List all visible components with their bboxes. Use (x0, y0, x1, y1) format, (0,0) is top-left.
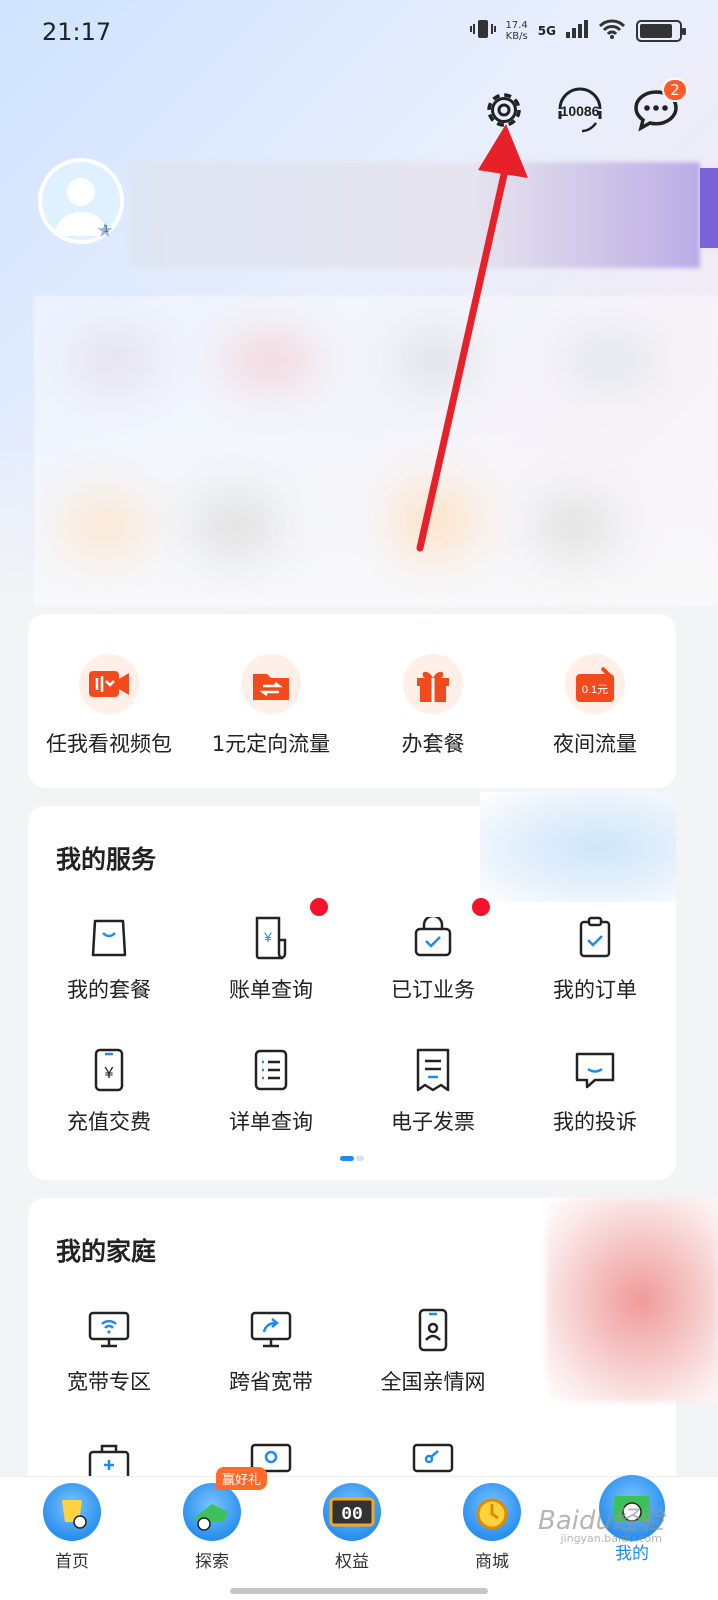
service-subscribed[interactable]: 已订业务 (352, 898, 514, 1004)
family-label: 全国亲情网 (380, 1370, 486, 1394)
quick-action-label: 1元定向流量 (211, 732, 331, 756)
page-dot (356, 1156, 364, 1161)
broadband-icon (83, 1304, 135, 1356)
notification-dot (472, 898, 490, 916)
notification-dot (310, 898, 328, 916)
family-network-icon (407, 1304, 459, 1356)
family-label: 宽带专区 (67, 1370, 151, 1394)
detail-list-icon (245, 1044, 297, 1096)
nav-label: 权益 (335, 1552, 369, 1572)
family-broadband-zone[interactable]: 宽带专区 (28, 1304, 190, 1396)
night-data-icon: 0.1元 (565, 654, 625, 714)
benefits-icon: 00 (323, 1483, 381, 1541)
service-e-invoice[interactable]: 电子发票 (352, 1044, 514, 1136)
service-label: 我的订单 (553, 978, 637, 1002)
subscribed-icon (407, 912, 459, 964)
my-family-title: 我的家庭 (56, 1237, 157, 1266)
service-label: 充值交费 (67, 1110, 151, 1134)
nav-mall[interactable]: 商城 (432, 1483, 552, 1572)
home-icon (43, 1483, 101, 1541)
mall-icon (463, 1483, 521, 1541)
service-detail-query[interactable]: 详单查询 (190, 1044, 352, 1136)
nav-home[interactable]: 首页 (12, 1483, 132, 1572)
service-bill-query[interactable]: ¥ 账单查询 (190, 898, 352, 1004)
cross-province-broadband-icon (245, 1304, 297, 1356)
explore-icon (183, 1483, 241, 1541)
service-label: 已订业务 (391, 978, 475, 1002)
video-pack-icon (79, 654, 139, 714)
gift-plan-icon (403, 654, 463, 714)
family-national-network[interactable]: 全国亲情网 (352, 1304, 514, 1396)
nav-label: 商城 (475, 1552, 509, 1572)
explore-promo-tag: 赢好礼 (216, 1467, 268, 1490)
home-indicator[interactable] (230, 1588, 488, 1594)
my-services-card: 我的服务 我的套餐 ¥ 账单查询 已订业务 我的订单 ¥ 充值交费 详单查询 电… (28, 792, 676, 1180)
quick-actions-card: 任我看视频包 1元定向流量 办套餐 0.1元 夜间流量 (28, 614, 676, 788)
svg-text:00: 00 (341, 1505, 363, 1525)
family-cross-province-broadband[interactable]: 跨省宽带 (190, 1304, 352, 1396)
my-services-title: 我的服务 (56, 845, 157, 874)
recharge-icon: ¥ (83, 1044, 135, 1096)
svg-text:¥: ¥ (263, 929, 272, 945)
complaint-icon (569, 1044, 621, 1096)
invoice-icon (407, 1044, 459, 1096)
quick-action-night-data[interactable]: 0.1元 夜间流量 (514, 654, 676, 758)
night-data-price: 0.1元 (582, 684, 608, 696)
directed-data-icon (241, 654, 301, 714)
quick-action-plan[interactable]: 办套餐 (352, 654, 514, 758)
service-label: 我的套餐 (67, 978, 151, 1002)
service-my-plan[interactable]: 我的套餐 (28, 912, 190, 1004)
nav-label: 探索 (195, 1552, 229, 1572)
quick-action-label: 办套餐 (401, 732, 465, 756)
service-my-orders[interactable]: 我的订单 (514, 912, 676, 1004)
family-label: 跨省宽带 (229, 1370, 313, 1394)
svg-text:¥: ¥ (104, 1065, 114, 1082)
quick-action-label: 夜间流量 (553, 732, 637, 756)
nav-label: 首页 (55, 1552, 89, 1572)
service-complaint[interactable]: 我的投诉 (514, 1044, 676, 1136)
service-label: 账单查询 (229, 978, 313, 1002)
service-recharge[interactable]: ¥ 充值交费 (28, 1044, 190, 1136)
quick-action-directed-data[interactable]: 1元定向流量 (190, 654, 352, 758)
annotation-arrow (416, 124, 528, 552)
quick-action-video-pack[interactable]: 任我看视频包 (28, 654, 190, 758)
family-banner-blurred (546, 1198, 718, 1402)
nav-explore[interactable]: 探索 赢好礼 (152, 1467, 272, 1572)
services-banner-blurred (480, 792, 676, 902)
nav-benefits[interactable]: 00 权益 (292, 1483, 412, 1572)
order-icon (569, 912, 621, 964)
my-family-card: 我的家庭 宽带专区 跨省宽带 全国亲情网 (28, 1198, 718, 1488)
bill-icon: ¥ (245, 912, 297, 964)
service-label: 电子发票 (391, 1110, 475, 1134)
watermark-url: jingyan.baidu.com (560, 1532, 662, 1545)
bag-icon (83, 912, 135, 964)
page-dot-active (340, 1156, 354, 1161)
service-label: 详单查询 (229, 1110, 313, 1134)
quick-action-label: 任我看视频包 (46, 732, 172, 756)
service-label: 我的投诉 (553, 1110, 637, 1134)
services-page-indicator (340, 1156, 364, 1161)
